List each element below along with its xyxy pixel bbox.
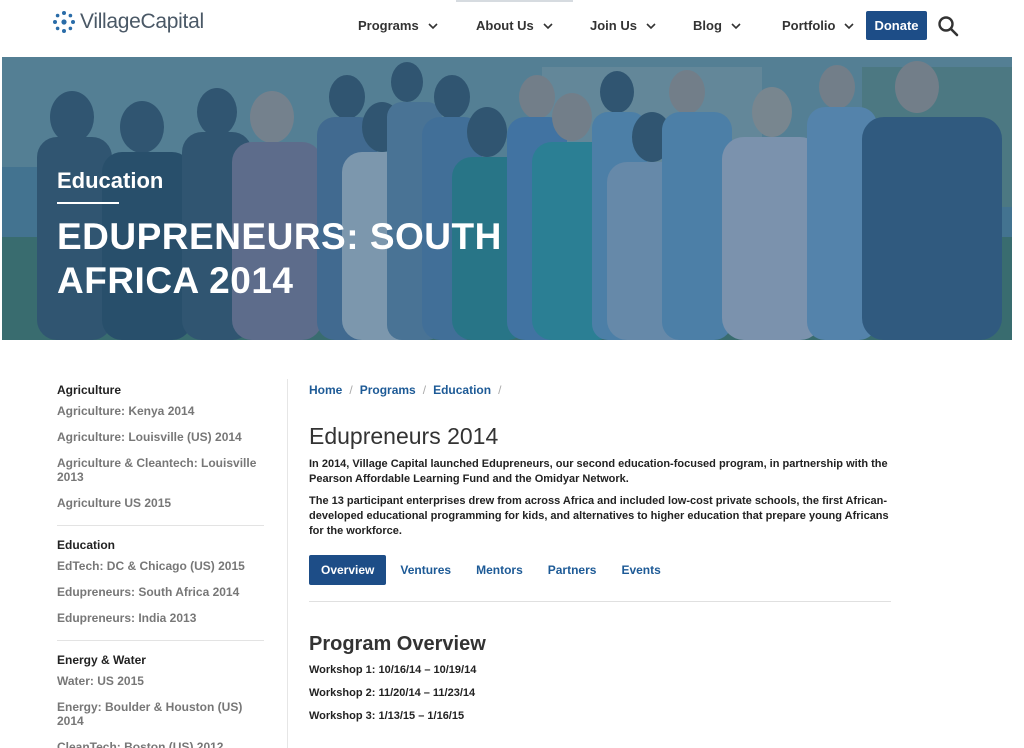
sidebar-group-agriculture: Agriculture Agriculture: Kenya 2014 Agri…: [57, 383, 264, 526]
breadcrumb-education[interactable]: Education: [433, 383, 491, 397]
workshop-item: Workshop 1: 10/16/14 – 10/19/14: [309, 664, 477, 676]
donate-button[interactable]: Donate: [866, 11, 927, 40]
sidebar-link[interactable]: Water: US 2015: [57, 674, 264, 688]
nav-label: Join Us: [590, 18, 637, 33]
sidebar-link[interactable]: Agriculture: Louisville (US) 2014: [57, 430, 264, 444]
breadcrumb-separator: /: [498, 383, 502, 397]
page-title: Edupreneurs 2014: [309, 423, 499, 449]
sidebar-link[interactable]: Agriculture & Cleantech: Louisville 2013: [57, 456, 264, 484]
hero-divider: [57, 202, 119, 204]
section-title: Program Overview: [309, 633, 486, 655]
tab-events[interactable]: Events: [621, 563, 660, 577]
nav-join-us[interactable]: Join Us: [590, 18, 656, 33]
search-icon[interactable]: [937, 15, 959, 37]
tabs-divider: [309, 601, 891, 602]
chevron-down-icon: [543, 22, 553, 29]
sidebar-link[interactable]: Edupreneurs: India 2013: [57, 611, 264, 625]
tab-partners[interactable]: Partners: [548, 563, 597, 577]
nav-about-us[interactable]: About Us: [456, 0, 573, 33]
sidebar-group-education: Education EdTech: DC & Chicago (US) 2015…: [57, 538, 264, 641]
chevron-down-icon: [731, 22, 741, 29]
breadcrumb: Home / Programs / Education /: [309, 383, 891, 397]
site-header: VillageCapital Programs About Us Join Us…: [0, 0, 1012, 57]
hero-category: Education: [57, 168, 164, 193]
hero-title: EDUPRENEURS: SOUTH AFRICA 2014: [57, 216, 502, 301]
intro-paragraph: The 13 participant enterprises drew from…: [309, 495, 889, 537]
sidebar-link[interactable]: Edupreneurs: South Africa 2014: [57, 585, 264, 599]
content-divider: [287, 379, 288, 748]
nav-label: About Us: [476, 18, 534, 33]
nav-blog[interactable]: Blog: [693, 18, 741, 33]
nav-label: Programs: [358, 18, 419, 33]
program-sidebar: Agriculture Agriculture: Kenya 2014 Agri…: [57, 383, 264, 748]
breadcrumb-separator: /: [349, 383, 353, 397]
nav-label: Blog: [693, 18, 722, 33]
sidebar-link[interactable]: CleanTech: Boston (US) 2012: [57, 740, 264, 748]
workshop-item: Workshop 3: 1/13/15 – 1/16/15: [309, 710, 465, 722]
chevron-down-icon: [646, 22, 656, 29]
sidebar-group-energy-water: Energy & Water Water: US 2015 Energy: Bo…: [57, 653, 264, 748]
tab-overview[interactable]: Overview: [309, 555, 387, 585]
chevron-down-icon: [844, 22, 855, 29]
sidebar-heading: Education: [57, 538, 116, 552]
tab-ventures[interactable]: Ventures: [400, 563, 451, 577]
nav-label: Portfolio: [782, 18, 836, 33]
sidebar-link[interactable]: Agriculture: Kenya 2014: [57, 404, 264, 418]
breadcrumb-home[interactable]: Home: [309, 383, 342, 397]
sidebar-link[interactable]: EdTech: DC & Chicago (US) 2015: [57, 559, 264, 573]
sidebar-heading: Agriculture: [57, 383, 122, 397]
chevron-down-icon: [428, 22, 438, 29]
sidebar-heading: Energy & Water: [57, 653, 146, 667]
breadcrumb-separator: /: [422, 383, 427, 397]
nav-portfolio[interactable]: Portfolio: [782, 18, 855, 33]
main-nav: Programs About Us Join Us Blog Portfolio…: [0, 0, 1012, 57]
breadcrumb-programs[interactable]: Programs: [360, 383, 416, 397]
hero-banner: Education EDUPRENEURS: SOUTH AFRICA 2014: [2, 57, 1012, 340]
tab-mentors[interactable]: Mentors: [476, 563, 523, 577]
nav-programs[interactable]: Programs: [358, 18, 438, 33]
sidebar-link[interactable]: Agriculture US 2015: [57, 496, 264, 510]
program-tabs: Overview Ventures Mentors Partners Event…: [309, 555, 686, 585]
intro-paragraph: In 2014, Village Capital launched Edupre…: [309, 458, 888, 485]
main-content: Home / Programs / Education / Edupreneur…: [309, 383, 891, 722]
workshop-item: Workshop 2: 11/20/14 – 11/23/14: [309, 687, 476, 699]
sidebar-link[interactable]: Energy: Boulder & Houston (US) 2014: [57, 700, 264, 728]
